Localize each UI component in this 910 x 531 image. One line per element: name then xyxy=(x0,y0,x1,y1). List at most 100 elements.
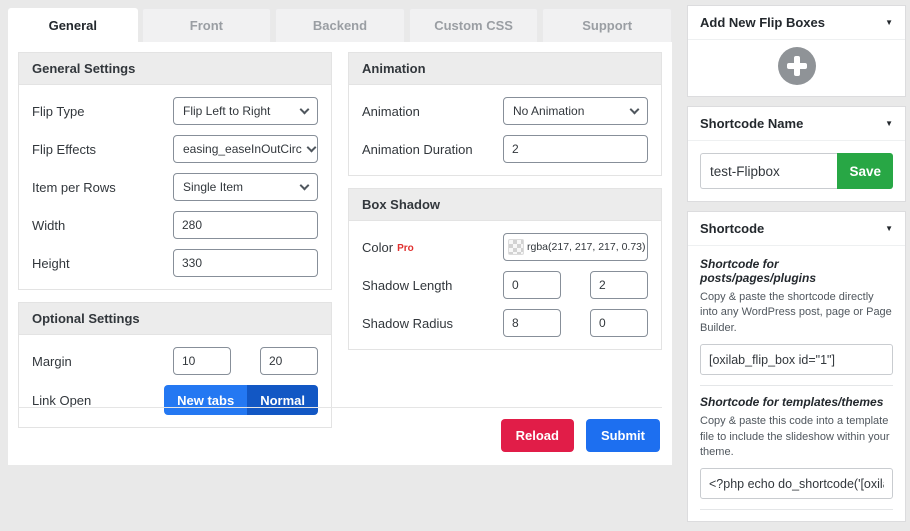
shortcode-posts-description: Copy & paste the shortcode directly into… xyxy=(700,291,892,334)
shortcode-name-panel: Shortcode Name ▼ Save xyxy=(687,106,906,202)
settings-columns: General Settings Flip Type Flip Left to … xyxy=(18,52,662,428)
chevron-down-icon xyxy=(299,104,310,115)
shadow-radius-spread-input[interactable] xyxy=(590,309,648,337)
animation-title: Animation xyxy=(349,53,661,85)
shadow-length-x-input[interactable] xyxy=(503,271,561,299)
shadow-color-label-text: Color xyxy=(362,239,394,255)
height-input[interactable] xyxy=(173,249,318,277)
add-new-flip-boxes-panel: Add New Flip Boxes ▼ xyxy=(687,5,906,97)
shadow-radius-blur-input[interactable] xyxy=(503,309,561,337)
shadow-length-label: Shadow Length xyxy=(362,277,453,293)
flip-effects-select[interactable]: easing_easeInOutCirc xyxy=(173,135,318,163)
flip-effects-row: Flip Effects easing_easeInOutCirc xyxy=(32,135,318,163)
general-settings-panel: General Settings Flip Type Flip Left to … xyxy=(18,52,332,290)
animation-row: Animation No Animation xyxy=(362,97,648,125)
general-settings-title: General Settings xyxy=(19,53,331,85)
tab-general[interactable]: General xyxy=(8,8,138,42)
shadow-length-inputs xyxy=(503,271,648,299)
animation-duration-label: Animation Duration xyxy=(362,141,473,157)
general-settings-body: Flip Type Flip Left to Right Flip Effect… xyxy=(19,85,331,289)
margin-label: Margin xyxy=(32,353,72,369)
width-row: Width xyxy=(32,211,318,239)
divider xyxy=(700,385,893,387)
shadow-radius-row: Shadow Radius xyxy=(362,309,648,337)
settings-main-area: General Front Backend Custom CSS Support… xyxy=(8,8,672,465)
shortcode-posts-code-input[interactable] xyxy=(700,344,893,376)
caret-down-icon: ▼ xyxy=(885,224,893,233)
general-tab-content: General Settings Flip Type Flip Left to … xyxy=(8,42,672,465)
shortcode-name-body: Save xyxy=(688,141,905,201)
animation-duration-row: Animation Duration xyxy=(362,135,648,163)
flip-type-label: Flip Type xyxy=(32,103,85,119)
shortcode-header[interactable]: Shortcode ▼ xyxy=(688,212,905,246)
shortcode-themes-description: Copy & paste this code into a template f… xyxy=(700,415,890,458)
shortcode-panel: Shortcode ▼ Shortcode for posts/pages/pl… xyxy=(687,211,906,523)
pro-badge: Pro xyxy=(397,242,414,254)
shortcode-name-title: Shortcode Name xyxy=(700,116,804,131)
shortcode-name-header[interactable]: Shortcode Name ▼ xyxy=(688,107,905,141)
item-per-rows-select[interactable]: Single Item xyxy=(173,173,318,201)
reload-button[interactable]: Reload xyxy=(500,419,574,452)
flip-type-row: Flip Type Flip Left to Right xyxy=(32,97,318,125)
shadow-radius-label: Shadow Radius xyxy=(362,315,454,331)
shadow-color-label: Color Pro xyxy=(362,240,414,255)
height-row: Height xyxy=(32,249,318,277)
shadow-radius-inputs xyxy=(503,309,648,337)
margin-inputs xyxy=(173,347,318,375)
flip-effects-label: Flip Effects xyxy=(32,141,97,157)
tab-backend[interactable]: Backend xyxy=(275,8,405,42)
width-label: Width xyxy=(32,217,66,233)
shortcode-name-input-group: Save xyxy=(700,153,893,189)
middle-column: Animation Animation No Animation Animati… xyxy=(348,52,662,407)
animation-selected-value: No Animation xyxy=(513,104,585,118)
shadow-color-picker[interactable]: rgba(217, 217, 217, 0.73) xyxy=(503,233,648,261)
flip-effects-selected-value: easing_easeInOutCirc xyxy=(183,142,302,156)
box-shadow-panel: Box Shadow Color Pro rgba(217, 217, 217, … xyxy=(348,188,662,350)
shadow-length-row: Shadow Length xyxy=(362,271,648,299)
chevron-down-icon xyxy=(306,142,317,153)
shortcode-themes-code-input[interactable] xyxy=(700,468,893,500)
width-input[interactable] xyxy=(173,211,318,239)
form-actions: Reload Submit xyxy=(18,407,662,455)
animation-body: Animation No Animation Animation Duratio… xyxy=(349,85,661,175)
color-swatch-icon xyxy=(508,239,524,255)
margin-top-input[interactable] xyxy=(173,347,231,375)
divider xyxy=(700,509,893,511)
box-shadow-body: Color Pro rgba(217, 217, 217, 0.73) Shado… xyxy=(349,221,661,349)
flip-type-selected-value: Flip Left to Right xyxy=(183,104,271,118)
animation-select[interactable]: No Animation xyxy=(503,97,648,125)
animation-duration-input[interactable] xyxy=(503,135,648,163)
shortcode-body: Shortcode for posts/pages/plugins Copy &… xyxy=(688,246,905,521)
box-shadow-title: Box Shadow xyxy=(349,189,661,221)
shadow-length-y-input[interactable] xyxy=(590,271,648,299)
height-label: Height xyxy=(32,255,70,271)
chevron-down-icon xyxy=(629,104,640,115)
sidebar: Add New Flip Boxes ▼ Shortcode Name ▼ Sa… xyxy=(687,5,906,531)
animation-panel: Animation Animation No Animation Animati… xyxy=(348,52,662,176)
tab-front[interactable]: Front xyxy=(141,8,272,42)
add-new-flip-boxes-header[interactable]: Add New Flip Boxes ▼ xyxy=(688,6,905,40)
shortcode-name-input[interactable] xyxy=(700,153,838,189)
left-column: General Settings Flip Type Flip Left to … xyxy=(18,52,332,428)
add-new-flip-boxes-title: Add New Flip Boxes xyxy=(700,15,825,30)
add-new-plus-icon[interactable] xyxy=(777,47,816,85)
submit-button[interactable]: Submit xyxy=(585,419,660,452)
tab-custom-css[interactable]: Custom CSS xyxy=(408,8,539,42)
link-open-label: Link Open xyxy=(32,392,92,408)
save-button[interactable]: Save xyxy=(837,153,893,189)
caret-down-icon: ▼ xyxy=(885,119,893,128)
animation-label: Animation xyxy=(362,103,420,119)
shortcode-posts-heading: Shortcode for posts/pages/plugins xyxy=(700,257,817,285)
shadow-color-value: rgba(217, 217, 217, 0.73) xyxy=(527,241,646,253)
item-per-rows-row: Item per Rows Single Item xyxy=(32,173,318,201)
optional-settings-title: Optional Settings xyxy=(19,303,331,335)
item-per-rows-selected-value: Single Item xyxy=(183,180,244,194)
flip-type-select[interactable]: Flip Left to Right xyxy=(173,97,318,125)
shortcode-themes-heading: Shortcode for templates/themes xyxy=(700,395,884,410)
shadow-color-row: Color Pro rgba(217, 217, 217, 0.73) xyxy=(362,233,648,261)
margin-row: Margin xyxy=(32,347,318,375)
tab-support[interactable]: Support xyxy=(542,8,672,42)
add-new-flip-boxes-body xyxy=(688,40,905,96)
item-per-rows-label: Item per Rows xyxy=(32,179,116,195)
margin-bottom-input[interactable] xyxy=(260,347,318,375)
